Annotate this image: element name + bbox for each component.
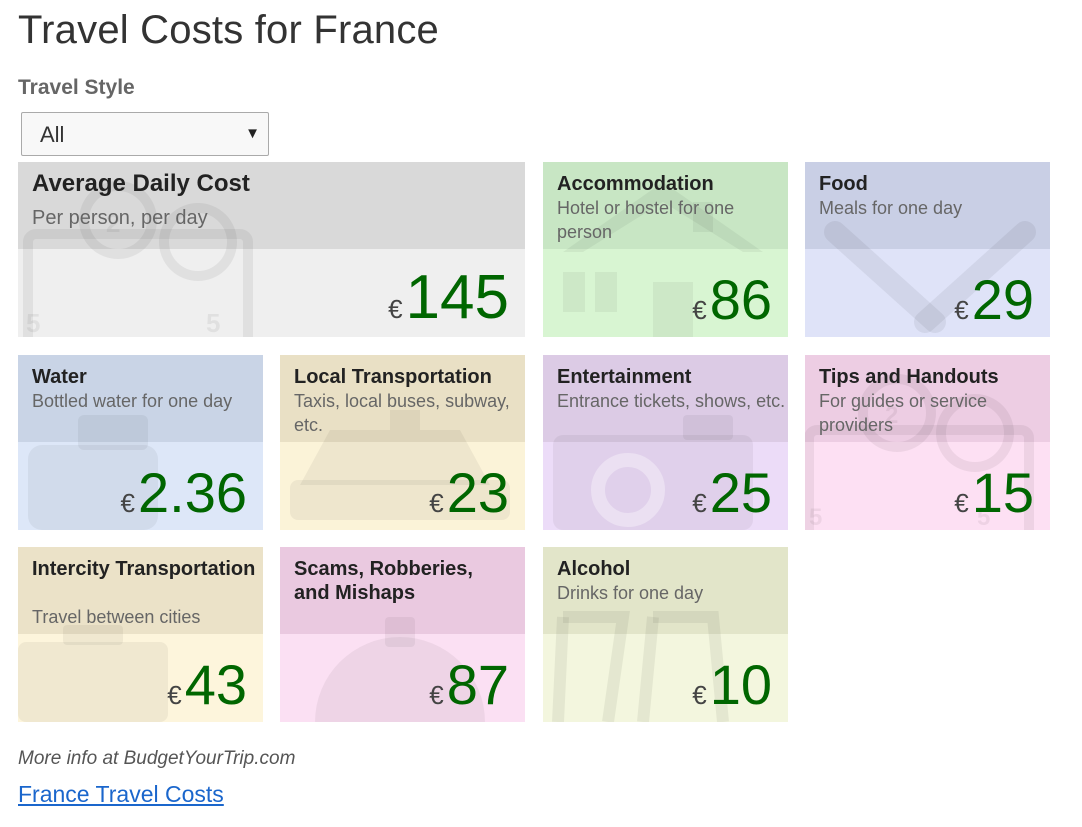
card-food[interactable]: Food Meals for one day €29	[805, 162, 1050, 337]
price-amount: 29	[971, 268, 1034, 331]
card-price: €23	[429, 462, 509, 524]
price-amount: 25	[709, 461, 772, 524]
svg-text:5: 5	[206, 308, 220, 337]
france-travel-costs-link[interactable]: France Travel Costs	[18, 781, 224, 808]
card-description: Bottled water for one day	[32, 391, 233, 411]
card-water[interactable]: Water Bottled water for one day €2.36	[18, 355, 263, 530]
card-entertainment[interactable]: Entertainment Entrance tickets, shows, e…	[543, 355, 788, 530]
price-amount: 2.36	[138, 461, 247, 524]
card-price: €43	[167, 654, 247, 716]
card-name: Intercity Transportation	[32, 558, 256, 580]
card-description: Entrance tickets, shows, etc.	[557, 391, 786, 411]
card-scams-robberies-mishaps[interactable]: Scams, Robberies, and Mishaps €87	[280, 547, 525, 722]
currency-symbol: €	[692, 680, 707, 710]
card-description: For guides or service providers	[819, 391, 988, 435]
price-amount: 86	[709, 268, 772, 331]
card-local-transportation[interactable]: Local Transportation Taxis, local buses,…	[280, 355, 525, 530]
card-name: Water	[32, 366, 87, 388]
card-description: Hotel or hostel for one person	[557, 198, 735, 242]
card-description: Per person, per day	[32, 207, 208, 229]
travel-style-selected-value: All	[40, 122, 65, 147]
card-name: Alcohol	[557, 558, 631, 580]
card-price: €87	[429, 654, 509, 716]
currency-symbol: €	[692, 295, 707, 325]
card-price: €145	[388, 265, 509, 331]
currency-symbol: €	[388, 294, 403, 324]
card-price: €15	[954, 462, 1034, 524]
card-price: €10	[692, 654, 772, 716]
price-amount: 23	[446, 461, 509, 524]
card-alcohol[interactable]: Alcohol Drinks for one day €10	[543, 547, 788, 722]
currency-symbol: €	[429, 488, 444, 518]
card-tips-and-handouts[interactable]: 255 Tips and Handouts For guides or serv…	[805, 355, 1050, 530]
currency-symbol: €	[120, 488, 135, 518]
price-amount: 87	[446, 653, 509, 716]
travel-style-label: Travel Style	[18, 76, 135, 99]
price-amount: 10	[709, 653, 772, 716]
card-name: Scams, Robberies, and Mishaps	[294, 558, 473, 604]
page-title: Travel Costs for France	[18, 8, 440, 52]
card-average-daily-cost[interactable]: 255 Average Daily Cost Per person, per d…	[18, 162, 525, 337]
card-accommodation[interactable]: Accommodation Hotel or hostel for one pe…	[543, 162, 788, 337]
card-price: €25	[692, 462, 772, 524]
currency-symbol: €	[692, 488, 707, 518]
card-name: Tips and Handouts	[819, 366, 999, 388]
card-price: €86	[692, 269, 772, 331]
card-name: Entertainment	[557, 366, 692, 388]
card-name: Food	[819, 173, 868, 195]
price-amount: 145	[405, 263, 509, 332]
svg-text:5: 5	[26, 308, 40, 337]
card-price: €2.36	[121, 462, 247, 524]
currency-symbol: €	[167, 680, 182, 710]
travel-costs-widget: Travel Costs for France Travel Style All…	[0, 0, 1082, 827]
card-description: Travel between cities	[32, 607, 201, 627]
price-amount: 43	[184, 653, 247, 716]
card-price: €29	[954, 269, 1034, 331]
card-description: Meals for one day	[819, 198, 963, 218]
card-name: Average Daily Cost	[32, 170, 250, 197]
currency-symbol: €	[954, 488, 969, 518]
card-name: Accommodation	[557, 173, 714, 195]
price-amount: 15	[971, 461, 1034, 524]
card-description: Taxis, local buses, subway, etc.	[294, 391, 510, 435]
card-description: Drinks for one day	[557, 583, 704, 603]
currency-symbol: €	[429, 680, 444, 710]
more-info-text: More info at BudgetYourTrip.com	[18, 748, 296, 769]
dropdown-arrow-icon: ▼	[245, 125, 260, 142]
card-name: Local Transportation	[294, 366, 492, 388]
card-intercity-transportation[interactable]: Intercity Transportation Travel between …	[18, 547, 263, 722]
currency-symbol: €	[954, 295, 969, 325]
svg-text:5: 5	[809, 504, 822, 530]
travel-style-select[interactable]: All ▼	[21, 112, 269, 156]
